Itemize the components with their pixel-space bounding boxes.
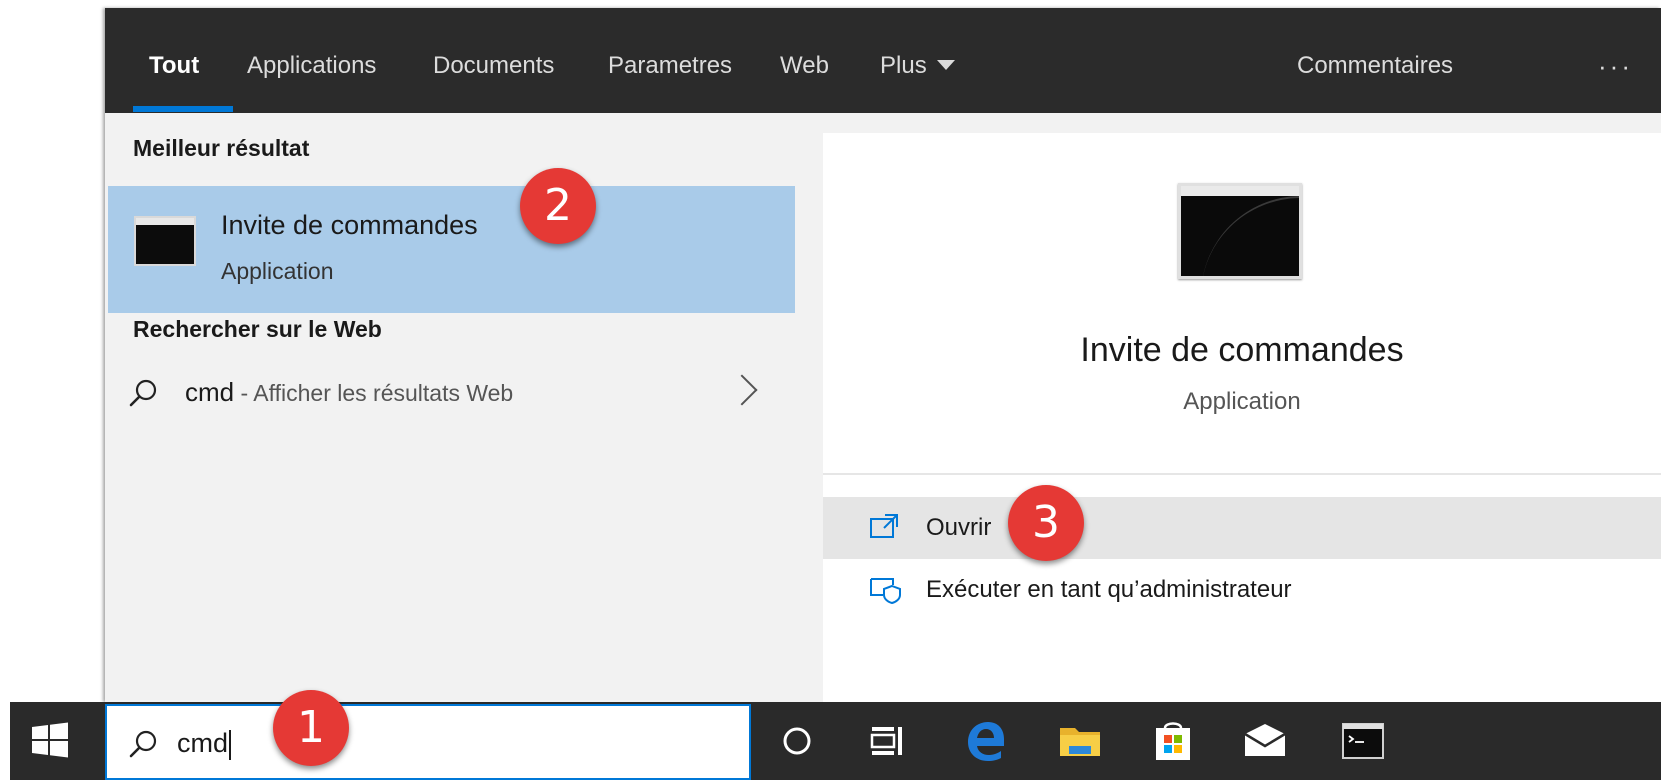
text-cursor [229, 729, 232, 760]
open-action[interactable]: Ouvrir [823, 497, 1661, 559]
taskbar: cmd [10, 702, 1661, 780]
feedback-link[interactable]: Commentaires [1297, 46, 1453, 86]
filter-bar: Tout Applications Documents Parametres W… [105, 8, 1661, 113]
preview-type: Application [1183, 388, 1301, 415]
web-search-header: Rechercher sur le Web [133, 316, 382, 342]
preview-divider [823, 473, 1661, 475]
active-tab-indicator [133, 106, 233, 112]
tab-plus-label: Plus [880, 52, 927, 79]
step-badge-2: 2 [520, 168, 596, 244]
best-result-header: Meilleur résultat [133, 135, 310, 161]
best-result-item[interactable]: Invite de commandes Application [108, 186, 795, 313]
tab-plus[interactable]: Plus [880, 46, 955, 86]
taskbar-search-box[interactable]: cmd [105, 704, 751, 780]
tab-parametres[interactable]: Parametres [608, 46, 732, 86]
run-as-admin-action[interactable]: Exécuter en tant qu’administrateur [823, 559, 1661, 621]
cortana-icon[interactable] [772, 716, 822, 766]
run-as-admin-label: Exécuter en tant qu’administrateur [926, 576, 1292, 603]
more-options-icon[interactable]: ··· [1598, 46, 1633, 86]
file-explorer-icon[interactable] [1055, 716, 1105, 766]
step-badge-1: 1 [273, 690, 349, 766]
task-view-icon[interactable] [863, 716, 913, 766]
search-input-text: cmd [177, 728, 229, 758]
preview-title: Invite de commandes [1080, 331, 1404, 369]
tab-applications[interactable]: Applications [247, 46, 376, 86]
tab-tout[interactable]: Tout [149, 46, 199, 86]
windows-start-icon[interactable] [30, 722, 70, 758]
tab-documents[interactable]: Documents [433, 46, 554, 86]
search-panel: Tout Applications Documents Parametres W… [105, 8, 1661, 702]
web-search-query: cmd [185, 377, 235, 407]
search-icon [129, 730, 157, 758]
search-input-value: cmd [177, 728, 232, 760]
chevron-right-icon [726, 374, 758, 406]
preview-pane: Invite de commandes Application Ouvrir E… [823, 133, 1661, 702]
caret-down-icon [936, 59, 955, 70]
edge-browser-icon[interactable] [960, 716, 1010, 766]
microsoft-store-icon[interactable] [1148, 716, 1198, 766]
open-icon [870, 514, 898, 538]
command-prompt-taskbar-icon[interactable] [1338, 716, 1388, 766]
tab-web[interactable]: Web [780, 46, 829, 86]
open-action-label: Ouvrir [926, 514, 992, 541]
best-result-name: Invite de commandes [221, 210, 478, 240]
step-badge-3: 3 [1008, 485, 1084, 561]
results-list: Meilleur résultat Invite de commandes Ap… [105, 113, 795, 702]
web-search-hint: - Afficher les résultats Web [234, 380, 514, 406]
run-as-admin-icon [870, 578, 901, 605]
search-icon [129, 379, 157, 407]
cmd-preview-icon [1178, 183, 1302, 279]
mail-icon[interactable] [1240, 716, 1290, 766]
best-result-type: Application [221, 258, 334, 284]
screenshot-root: Tout Applications Documents Parametres W… [0, 0, 1661, 780]
web-search-text: cmd - Afficher les résultats Web [185, 377, 513, 408]
cmd-app-icon [134, 216, 196, 266]
web-search-item[interactable]: cmd - Afficher les résultats Web [105, 363, 795, 423]
